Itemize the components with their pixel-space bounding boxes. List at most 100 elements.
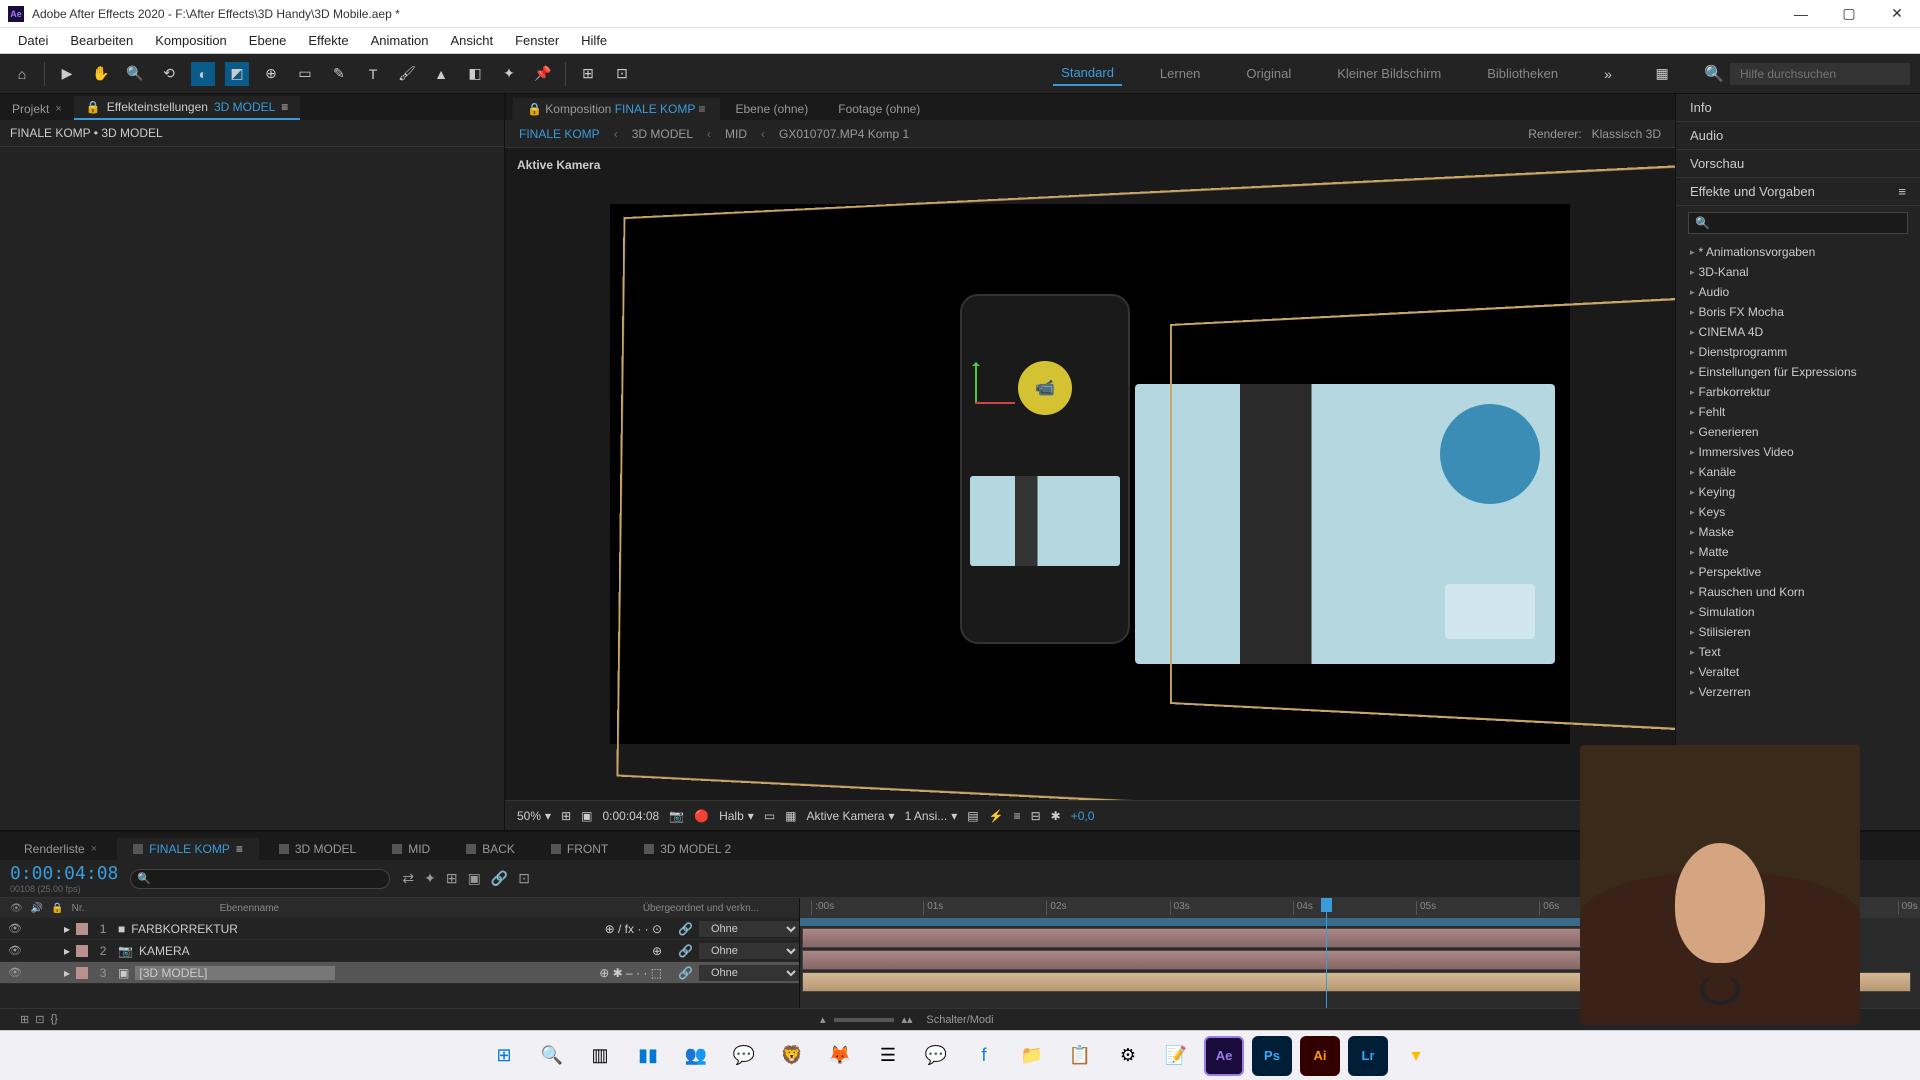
- layer-color-chip[interactable]: [76, 967, 88, 979]
- workspace-kleiner[interactable]: Kleiner Bildschirm: [1329, 62, 1449, 85]
- selection-tool-icon[interactable]: ▶: [55, 62, 79, 86]
- illustrator-icon[interactable]: Ai: [1300, 1036, 1340, 1076]
- widgets-icon[interactable]: ▮▮: [628, 1036, 668, 1076]
- menu-effekte[interactable]: Effekte: [298, 30, 358, 51]
- visibility-toggle-icon[interactable]: 👁: [8, 944, 22, 957]
- menu-fenster[interactable]: Fenster: [505, 30, 569, 51]
- app-icon[interactable]: 📋: [1060, 1036, 1100, 1076]
- workspace-grid-icon[interactable]: ▦: [1650, 62, 1674, 86]
- menu-komposition[interactable]: Komposition: [145, 30, 237, 51]
- layer-bar[interactable]: [802, 928, 1608, 948]
- effects-category[interactable]: Fehlt: [1682, 402, 1914, 422]
- layer-row[interactable]: 👁▸ 3 ▣ [3D MODEL] ⊕ ✱ – · · ⬚ 🔗 Ohne: [0, 962, 799, 984]
- lock-icon[interactable]: 🔒: [527, 102, 542, 116]
- facebook-icon[interactable]: f: [964, 1036, 1004, 1076]
- app-icon[interactable]: ▾: [1396, 1036, 1436, 1076]
- tl-tool-icon[interactable]: ⊞: [446, 870, 458, 887]
- view-control[interactable]: Aktive Kamera ▾: [807, 809, 895, 823]
- rotate-tool-icon[interactable]: ◐: [191, 62, 215, 86]
- tab-projekt[interactable]: Projekt×: [0, 98, 74, 120]
- effects-category[interactable]: Immersives Video: [1682, 442, 1914, 462]
- visibility-toggle-icon[interactable]: 👁: [8, 922, 22, 935]
- teams-icon[interactable]: 👥: [676, 1036, 716, 1076]
- tl-tab-3dmodel2[interactable]: 3D MODEL 2: [628, 838, 747, 860]
- effects-category[interactable]: Einstellungen für Expressions: [1682, 362, 1914, 382]
- effects-category[interactable]: Verzerren: [1682, 682, 1914, 702]
- toggle-switches-icon[interactable]: ⊡: [35, 1013, 44, 1026]
- roto-tool-icon[interactable]: ✦: [497, 62, 521, 86]
- tl-tab-mid[interactable]: MID: [376, 838, 446, 860]
- shape-tool-icon[interactable]: ▭: [293, 62, 317, 86]
- panel-vorschau[interactable]: Vorschau: [1676, 150, 1920, 178]
- bc-mid[interactable]: MID: [725, 127, 747, 141]
- bc-gx[interactable]: GX010707.MP4 Komp 1: [779, 127, 909, 141]
- comp-tab[interactable]: 🔒 Komposition FINALE KOMP ≡: [513, 98, 720, 120]
- close-button[interactable]: ✕: [1882, 4, 1912, 24]
- views-control[interactable]: 1 Ansi... ▾: [905, 809, 958, 823]
- playhead[interactable]: [1326, 898, 1327, 1008]
- workspace-standard[interactable]: Standard: [1053, 61, 1122, 86]
- roi-icon[interactable]: ▭: [764, 809, 775, 823]
- panel-info[interactable]: Info: [1676, 94, 1920, 122]
- workspace-original[interactable]: Original: [1238, 62, 1299, 85]
- pixel-aspect-icon[interactable]: ▤: [967, 809, 978, 823]
- menu-ebene[interactable]: Ebene: [239, 30, 297, 51]
- obs-icon[interactable]: ⚙: [1108, 1036, 1148, 1076]
- photoshop-icon[interactable]: Ps: [1252, 1036, 1292, 1076]
- layer-color-chip[interactable]: [76, 945, 88, 957]
- tab-effekteinstellungen[interactable]: 🔒 Effekteinstellungen 3D MODEL ≡: [74, 96, 301, 120]
- menu-datei[interactable]: Datei: [8, 30, 58, 51]
- brush-tool-icon[interactable]: 🖌: [395, 62, 419, 86]
- parent-selector[interactable]: Ohne: [699, 921, 799, 937]
- minimize-button[interactable]: —: [1786, 4, 1816, 24]
- mask-icon[interactable]: ▣: [581, 809, 592, 823]
- grid-icon[interactable]: ⊞: [561, 809, 571, 823]
- workspace-more-icon[interactable]: »: [1596, 62, 1620, 86]
- layer-name[interactable]: [3D MODEL]: [135, 966, 335, 980]
- whatsapp-icon[interactable]: 💬: [724, 1036, 764, 1076]
- exposure-value[interactable]: +0,0: [1071, 809, 1095, 823]
- toggle-switches-icon[interactable]: {}: [50, 1013, 57, 1026]
- anchor-tool-icon[interactable]: ⊕: [259, 62, 283, 86]
- work-area-bar[interactable]: [800, 918, 1584, 926]
- effects-category[interactable]: Maske: [1682, 522, 1914, 542]
- layer-name[interactable]: FARBKORREKTUR: [131, 922, 331, 936]
- menu-bearbeiten[interactable]: Bearbeiten: [60, 30, 143, 51]
- effects-search-input[interactable]: 🔍: [1688, 212, 1908, 234]
- resolution-control[interactable]: Halb ▾: [719, 809, 754, 823]
- taskbar-search-icon[interactable]: 🔍: [532, 1036, 572, 1076]
- menu-hilfe[interactable]: Hilfe: [571, 30, 617, 51]
- bc-3dmodel[interactable]: 3D MODEL: [632, 127, 693, 141]
- pen-tool-icon[interactable]: ✎: [327, 62, 351, 86]
- tl-tab-finale[interactable]: FINALE KOMP ≡: [117, 838, 259, 860]
- stamp-tool-icon[interactable]: ▲: [429, 62, 453, 86]
- orbit-tool-icon[interactable]: ⟲: [157, 62, 181, 86]
- messenger-icon[interactable]: 💬: [916, 1036, 956, 1076]
- fast-preview-icon[interactable]: ⚡: [989, 809, 1004, 823]
- effects-category[interactable]: 3D-Kanal: [1682, 262, 1914, 282]
- lightroom-icon[interactable]: Lr: [1348, 1036, 1388, 1076]
- timeline-timecode[interactable]: 0:00:04:08: [10, 863, 118, 884]
- exposure-reset-icon[interactable]: ✱: [1051, 809, 1061, 823]
- y-axis-icon[interactable]: [975, 364, 977, 404]
- tl-tab-back[interactable]: BACK: [450, 838, 531, 860]
- x-axis-icon[interactable]: [975, 402, 1015, 404]
- effects-category[interactable]: Perspektive: [1682, 562, 1914, 582]
- brave-icon[interactable]: 🦁: [772, 1036, 812, 1076]
- app-icon[interactable]: ☰: [868, 1036, 908, 1076]
- workspace-bibliotheken[interactable]: Bibliotheken: [1479, 62, 1566, 85]
- layer-tab[interactable]: Ebene (ohne): [722, 98, 823, 120]
- after-effects-icon[interactable]: Ae: [1204, 1036, 1244, 1076]
- magnification-control[interactable]: 50% ▾: [517, 809, 551, 823]
- effects-category[interactable]: Generieren: [1682, 422, 1914, 442]
- layer-bar[interactable]: [802, 950, 1608, 970]
- menu-animation[interactable]: Animation: [361, 30, 439, 51]
- tl-tool-icon[interactable]: 🔗: [491, 870, 508, 887]
- effects-category[interactable]: Simulation: [1682, 602, 1914, 622]
- effects-category[interactable]: Boris FX Mocha: [1682, 302, 1914, 322]
- zoom-tool-icon[interactable]: 🔍: [123, 62, 147, 86]
- snap2-icon[interactable]: ⊡: [610, 62, 634, 86]
- notepad-icon[interactable]: 📝: [1156, 1036, 1196, 1076]
- tl-tool-icon[interactable]: ▣: [468, 870, 481, 887]
- tl-tab-3dmodel[interactable]: 3D MODEL: [263, 838, 372, 860]
